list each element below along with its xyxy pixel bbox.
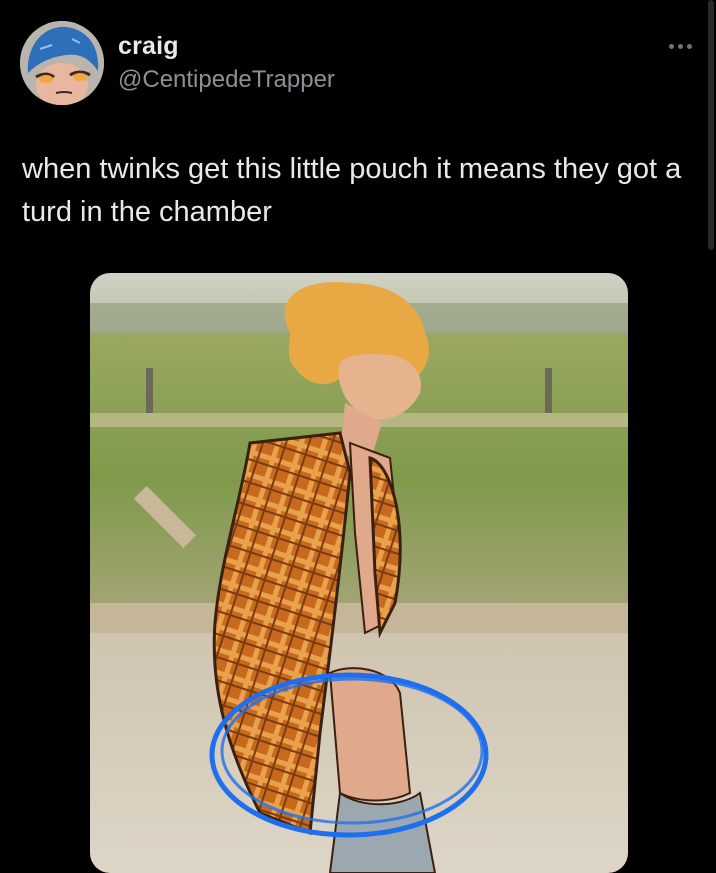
more-options-button[interactable] <box>660 34 700 58</box>
tweet-media-image[interactable] <box>90 273 628 873</box>
author-avatar[interactable] <box>20 21 104 105</box>
drawn-character-photo <box>90 273 628 873</box>
author-handle[interactable]: @CentipedeTrapper <box>118 66 335 94</box>
tweet-text: when twinks get this little pouch it mea… <box>22 153 682 228</box>
author-display-name[interactable]: craig <box>118 32 179 61</box>
more-dot <box>677 43 683 49</box>
scrollbar[interactable] <box>708 0 714 250</box>
tweet: craig @CentipedeTrapper when twinks get … <box>0 0 716 873</box>
more-horizontal-icon <box>668 43 674 49</box>
cartoon-avatar-icon <box>20 21 104 105</box>
more-dot <box>686 43 692 49</box>
